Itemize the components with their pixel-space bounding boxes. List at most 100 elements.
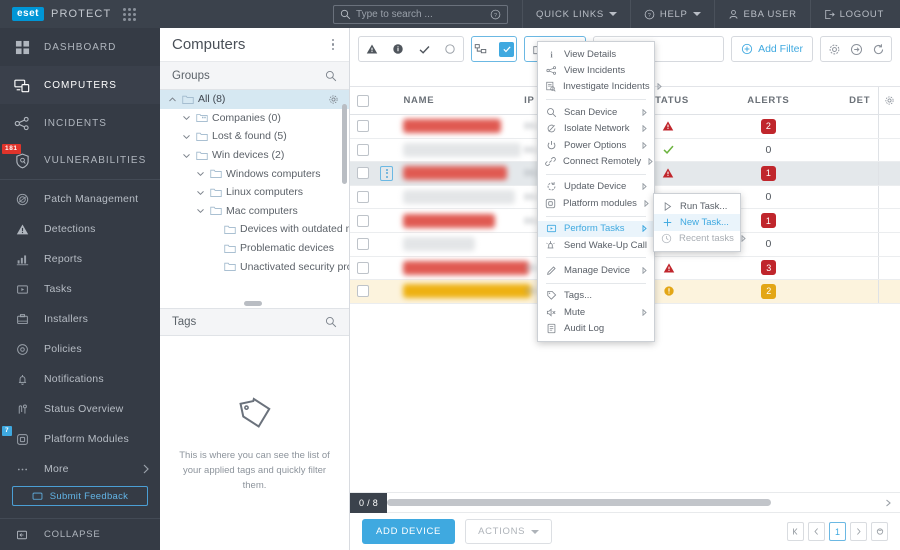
menu-item[interactable]: Send Wake-Up Call <box>538 237 654 253</box>
prev-page-icon[interactable] <box>808 522 825 541</box>
global-search[interactable]: ? <box>333 4 509 24</box>
group-tree-item[interactable]: Linux computers <box>160 183 349 202</box>
menu-item[interactable]: Tags... <box>538 288 654 304</box>
check-icon[interactable] <box>411 37 437 61</box>
menu-item[interactable]: Platform modules <box>538 195 654 211</box>
refresh-icon[interactable] <box>868 43 888 56</box>
select-all-checkbox[interactable] <box>350 94 376 107</box>
sidebar-item-status-overview[interactable]: Status Overview <box>0 394 160 424</box>
subgroups-icon[interactable] <box>474 43 496 56</box>
help-circle-icon[interactable]: ? <box>490 9 501 20</box>
submit-feedback-button[interactable]: Submit Feedback <box>12 486 148 506</box>
brand[interactable]: eset PROTECT <box>0 0 160 28</box>
column-header-alerts[interactable]: ALERTS <box>714 95 823 106</box>
column-header-det[interactable]: DET <box>823 95 878 106</box>
apps-grid-icon[interactable] <box>123 7 137 21</box>
actions-button[interactable]: ACTIONS <box>465 519 553 544</box>
gear-icon[interactable] <box>824 43 844 56</box>
row-actions-button[interactable] <box>380 165 394 181</box>
menu-item[interactable]: i View Details <box>538 46 654 62</box>
first-page-icon[interactable] <box>787 522 804 541</box>
sidebar-item-tasks[interactable]: Tasks <box>0 274 160 304</box>
column-header-name[interactable]: NAME <box>397 95 524 106</box>
groups-hscrollbar[interactable] <box>166 301 339 306</box>
info-circle-icon[interactable] <box>385 37 411 61</box>
group-tree-item[interactable]: Devices with outdated modules <box>160 220 349 239</box>
sidebar-item-platform-modules[interactable]: 7 Platform Modules <box>0 424 160 454</box>
group-tree-item[interactable]: Companies (0) <box>160 109 349 128</box>
chevron-down-icon[interactable] <box>180 132 192 141</box>
menu-item[interactable]: Perform Tasks <box>538 220 654 237</box>
perform-tasks-submenu[interactable]: Run Task... New Task... Recent tasks <box>653 193 746 253</box>
search-input[interactable] <box>356 8 491 20</box>
search-icon[interactable] <box>325 316 337 328</box>
sidebar-item-detections[interactable]: Detections <box>0 214 160 244</box>
search-icon[interactable] <box>325 70 337 82</box>
menu-item[interactable]: Audit Log <box>538 320 654 336</box>
chevron-down-icon[interactable] <box>180 151 192 160</box>
row-checkbox[interactable] <box>350 285 376 298</box>
column-settings-icon[interactable] <box>878 87 900 114</box>
export-icon[interactable] <box>846 43 866 56</box>
menu-item[interactable]: Scan Device <box>538 104 654 120</box>
row-checkbox[interactable] <box>350 120 376 133</box>
last-page-icon[interactable] <box>871 522 888 541</box>
circle-icon[interactable] <box>437 37 463 61</box>
sidebar-item-incidents[interactable]: INCIDENTS <box>0 104 160 142</box>
row-checkbox[interactable] <box>350 214 376 227</box>
horizontal-scrollbar[interactable] <box>387 499 879 506</box>
chevron-down-icon[interactable] <box>194 206 206 215</box>
gear-icon[interactable] <box>328 94 339 105</box>
group-tree-item[interactable]: All (8) <box>160 90 349 109</box>
menu-item[interactable]: New Task... <box>654 214 740 231</box>
sidebar-item-vulnerabilities[interactable]: 181 VULNERABILITIES <box>0 142 160 180</box>
row-context-menu[interactable]: i View Details View Incidents Investigate I… <box>537 41 662 342</box>
help-menu[interactable]: ? HELP <box>629 0 714 28</box>
chevron-down-icon[interactable] <box>180 113 192 122</box>
menu-item[interactable]: View Incidents <box>538 62 654 78</box>
sidebar-item-more[interactable]: More <box>0 454 160 484</box>
next-page-icon[interactable] <box>850 522 867 541</box>
add-filter-button[interactable]: Add Filter <box>731 36 813 62</box>
row-checkbox[interactable] <box>350 191 376 204</box>
chevron-down-icon[interactable] <box>194 188 206 197</box>
row-actions-cell[interactable] <box>376 165 398 181</box>
collapse-sidebar-button[interactable]: COLLAPSE <box>0 518 160 550</box>
user-menu[interactable]: EBA USER <box>713 0 810 28</box>
group-tree-item[interactable]: Windows computers <box>160 164 349 183</box>
add-device-button[interactable]: ADD DEVICE <box>362 519 456 544</box>
menu-item[interactable]: Mute <box>538 304 654 320</box>
row-checkbox[interactable] <box>350 238 376 251</box>
chevron-down-icon[interactable] <box>194 169 206 178</box>
sidebar-item-patch-management[interactable]: Patch Management <box>0 184 160 214</box>
group-tree-item[interactable]: Unactivated security product <box>160 257 349 276</box>
sidebar-item-policies[interactable]: Policies <box>0 334 160 364</box>
row-checkbox[interactable] <box>350 167 376 180</box>
logout-button[interactable]: LOGOUT <box>809 0 900 28</box>
kebab-menu-icon[interactable] <box>329 36 338 54</box>
sidebar-item-dashboard[interactable]: DASHBOARD <box>0 28 160 66</box>
menu-item[interactable]: Connect Remotely <box>538 153 654 169</box>
menu-item[interactable]: Investigate Incidents <box>538 79 662 95</box>
current-page-number[interactable]: 1 <box>829 522 846 541</box>
sidebar-item-installers[interactable]: Installers <box>0 304 160 334</box>
sidebar-item-notifications[interactable]: Notifications <box>0 364 160 394</box>
group-tree-item[interactable]: Win devices (2) <box>160 146 349 165</box>
checkbox-checked-icon[interactable] <box>499 41 514 57</box>
quick-links-menu[interactable]: QUICK LINKS <box>522 0 630 28</box>
chevron-up-icon[interactable] <box>166 95 178 104</box>
row-checkbox[interactable] <box>350 143 376 156</box>
sidebar-item-computers[interactable]: COMPUTERS <box>0 66 160 104</box>
menu-item[interactable]: Manage Device <box>538 262 654 278</box>
menu-item[interactable]: Power Options <box>538 137 654 153</box>
warning-triangle-icon[interactable] <box>359 37 385 61</box>
sidebar-item-reports[interactable]: Reports <box>0 244 160 274</box>
group-tree-item[interactable]: Mac computers <box>160 202 349 221</box>
menu-item[interactable]: Recent tasks <box>654 231 746 247</box>
menu-item[interactable]: Isolate Network <box>538 121 654 137</box>
group-tree-item[interactable]: Problematic devices <box>160 239 349 258</box>
group-tree-item[interactable]: Lost & found (5) <box>160 127 349 146</box>
scroll-right-arrow-icon[interactable] <box>885 499 900 507</box>
groups-scrollbar[interactable] <box>342 92 347 294</box>
menu-item[interactable]: Run Task... <box>654 198 740 214</box>
